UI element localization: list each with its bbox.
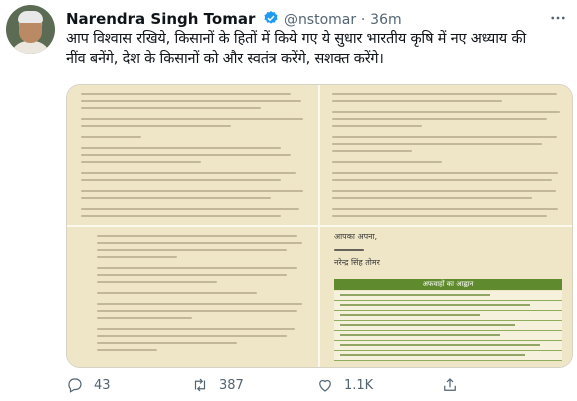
tweet-header: Narendra Singh Tomar @nstomar · 36m bbox=[66, 10, 567, 30]
verified-badge-icon bbox=[263, 10, 279, 30]
letter-closing: आपका अपना, bbox=[334, 232, 378, 241]
tweet-text-line-1: आप विश्वास रखिये, किसानों के हितों में क… bbox=[66, 31, 527, 47]
retweet-button[interactable]: 387 bbox=[191, 376, 244, 394]
media-image-1[interactable] bbox=[67, 85, 318, 225]
tweet-text: आप विश्वास रखिये, किसानों के हितों में क… bbox=[66, 29, 566, 69]
like-button[interactable]: 1.1K bbox=[316, 376, 373, 394]
avatar-hair bbox=[18, 11, 43, 23]
media-image-2[interactable] bbox=[320, 85, 572, 225]
like-count: 1.1K bbox=[344, 377, 374, 393]
reply-button[interactable]: 43 bbox=[66, 376, 111, 394]
retweet-count: 387 bbox=[219, 377, 244, 393]
tweet-timestamp[interactable]: 36m bbox=[370, 12, 401, 28]
media-image-3[interactable] bbox=[67, 227, 318, 367]
reply-count: 43 bbox=[94, 377, 111, 393]
media-image-4[interactable]: आपका अपना, नरेन्द्र सिंह तोमर अफवाहों का… bbox=[320, 227, 572, 367]
author-name[interactable]: Narendra Singh Tomar bbox=[66, 10, 255, 28]
share-icon bbox=[444, 378, 456, 391]
tweet-media-grid[interactable]: आपका अपना, नरेन्द्र सिंह तोमर अफवाहों का… bbox=[66, 84, 573, 368]
share-button[interactable] bbox=[441, 376, 459, 394]
retweet-icon bbox=[194, 378, 206, 392]
media-divider-horizontal bbox=[67, 225, 572, 227]
tweet-actions: 43 387 1.1K bbox=[66, 376, 566, 396]
reply-icon bbox=[68, 378, 82, 393]
tweet-text-line-2: नींव बनेंगे, देश के किसानों को और स्वतंत… bbox=[66, 51, 384, 67]
heart-icon bbox=[319, 379, 331, 392]
author-handle[interactable]: @nstomar bbox=[284, 12, 356, 28]
avatar[interactable] bbox=[6, 5, 55, 54]
letter-signature: नरेन्द्र सिंह तोमर bbox=[334, 258, 380, 267]
separator-dot: · bbox=[360, 12, 366, 28]
more-icon[interactable] bbox=[549, 9, 567, 31]
appeal-table-heading: अफवाहों का आह्वान bbox=[334, 279, 562, 290]
